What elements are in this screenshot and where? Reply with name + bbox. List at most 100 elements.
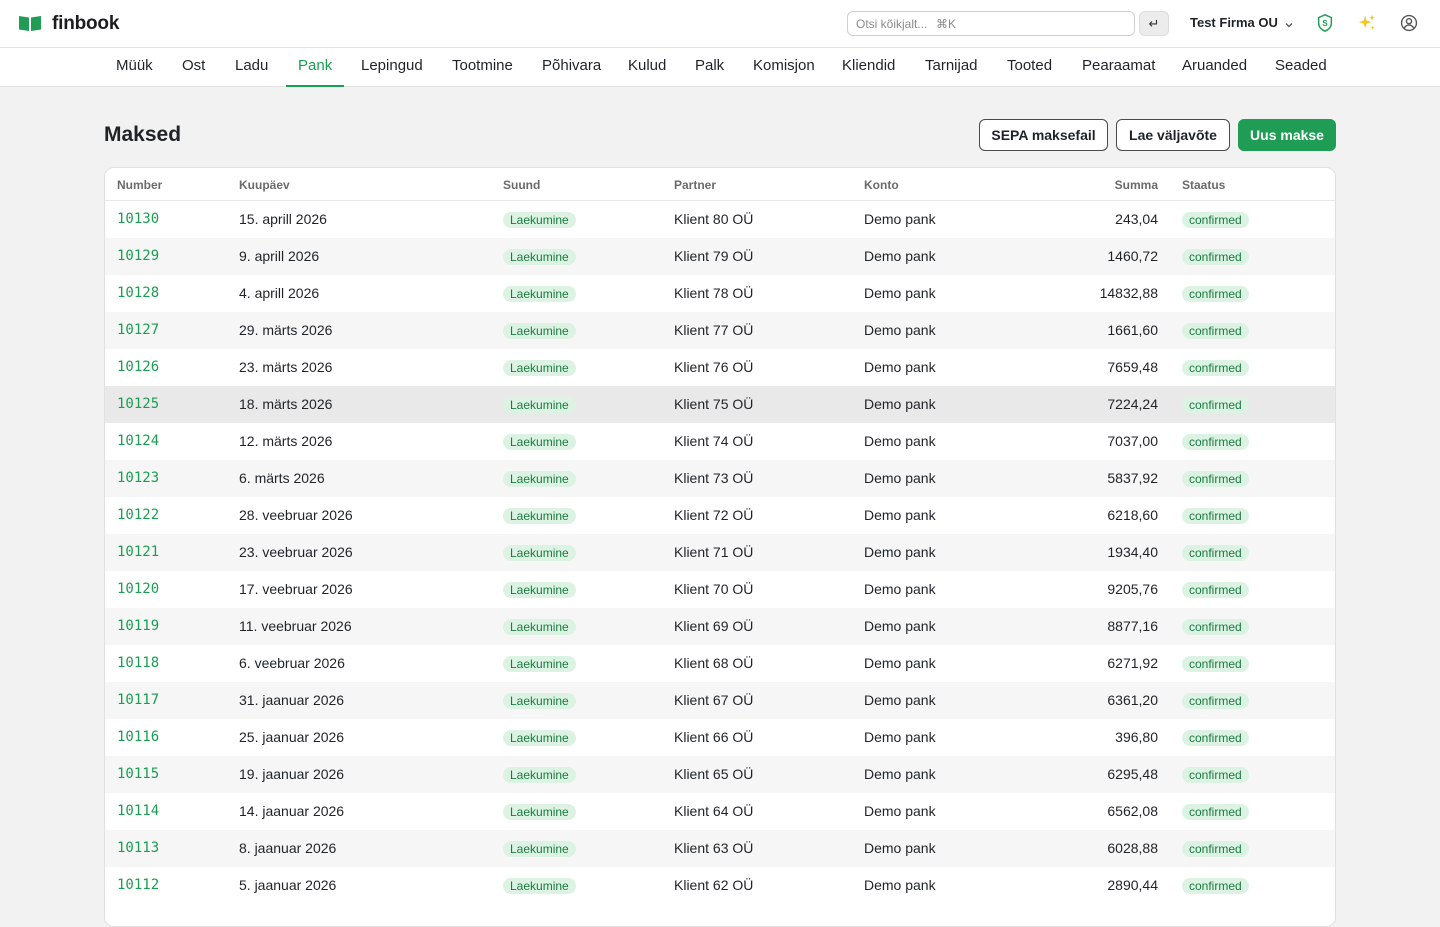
upload-statement-button[interactable]: Lae väljavõte (1116, 119, 1230, 151)
table-row[interactable]: 10123 6. märts 2026 Laekumine Klient 73 OÜ D… (105, 460, 1335, 497)
payment-number-link[interactable]: 10118 (117, 655, 159, 671)
direction-badge: Laekumine (503, 249, 576, 265)
status-badge: confirmed (1182, 212, 1249, 228)
table-row[interactable]: 10117 31. jaanuar 2026 Laekumine Klient 67 … (105, 682, 1335, 719)
account-name: Demo pank (864, 877, 936, 893)
book-icon (18, 14, 42, 35)
tab-tarnijad[interactable]: Tarnijad (913, 48, 990, 87)
table-row[interactable]: 10121 23. veebruar 2026 Laekumine Klient 71… (105, 534, 1335, 571)
search-shortcut: ⌘K (936, 16, 957, 31)
payment-amount: 6028,88 (1107, 840, 1158, 856)
tab-kulud[interactable]: Kulud (616, 48, 678, 87)
partner-name: Klient 71 OÜ (674, 544, 754, 560)
table-row[interactable]: 10113 8. jaanuar 2026 Laekumine Klient 63 O… (105, 830, 1335, 867)
payment-date: 28. veebruar 2026 (239, 507, 353, 523)
table-row[interactable]: 10118 6. veebruar 2026 Laekumine Klient 68 … (105, 645, 1335, 682)
tab-seaded[interactable]: Seaded (1263, 48, 1339, 87)
table-row[interactable]: 10114 14. jaanuar 2026 Laekumine Klient 64 … (105, 793, 1335, 830)
payment-number-link[interactable]: 10126 (117, 359, 159, 375)
tab-kliendid[interactable]: Kliendid (830, 48, 907, 87)
tab-pearaamat[interactable]: Pearaamat (1070, 48, 1167, 87)
status-badge: confirmed (1182, 397, 1249, 413)
search-input[interactable] (856, 16, 934, 31)
payment-number-link[interactable]: 10113 (117, 840, 159, 856)
sepa-file-button[interactable]: SEPA maksefail (979, 119, 1108, 151)
payment-number-link[interactable]: 10128 (117, 285, 159, 301)
partner-name: Klient 63 OÜ (674, 840, 754, 856)
column-header-partner[interactable]: Partner (674, 178, 716, 192)
tab-aruanded[interactable]: Aruanded (1170, 48, 1259, 87)
payment-number-link[interactable]: 10125 (117, 396, 159, 412)
sparkles-icon[interactable] (1356, 12, 1378, 34)
table-row[interactable]: 10126 23. märts 2026 Laekumine Klient 76 OÜ… (105, 349, 1335, 386)
direction-badge: Laekumine (503, 693, 576, 709)
payment-number-link[interactable]: 10129 (117, 248, 159, 264)
company-switcher[interactable]: Test Firma OU (1190, 15, 1294, 30)
tab-komisjon[interactable]: Komisjon (741, 48, 827, 87)
direction-badge: Laekumine (503, 878, 576, 894)
account-name: Demo pank (864, 211, 936, 227)
table-row[interactable]: 10119 11. veebruar 2026 Laekumine Klient 69… (105, 608, 1335, 645)
payment-number-link[interactable]: 10121 (117, 544, 159, 560)
payment-number-link[interactable]: 10130 (117, 211, 159, 227)
payment-number-link[interactable]: 10119 (117, 618, 159, 634)
payment-number-link[interactable]: 10127 (117, 322, 159, 338)
tab-muuk[interactable]: Müük (104, 48, 165, 87)
table-row[interactable]: 10127 29. märts 2026 Laekumine Klient 77 OÜ… (105, 312, 1335, 349)
payment-number-link[interactable]: 10120 (117, 581, 159, 597)
shield-icon[interactable]: S (1314, 12, 1336, 34)
payment-amount: 8877,16 (1107, 618, 1158, 634)
table-row[interactable]: 10128 4. aprill 2026 Laekumine Klient 78 OÜ… (105, 275, 1335, 312)
payment-number-link[interactable]: 10124 (117, 433, 159, 449)
payment-number-link[interactable]: 10114 (117, 803, 159, 819)
table-row[interactable]: 10125 18. märts 2026 Laekumine Klient 75 OÜ… (105, 386, 1335, 423)
column-header-direction[interactable]: Suund (503, 178, 540, 192)
table-row[interactable]: 10116 25. jaanuar 2026 Laekumine Klient 66 … (105, 719, 1335, 756)
partner-name: Klient 79 OÜ (674, 248, 754, 264)
tab-tooted[interactable]: Tooted (995, 48, 1064, 87)
tab-palk[interactable]: Palk (683, 48, 736, 87)
table-row[interactable]: 10130 15. aprill 2026 Laekumine Klient 80 O… (105, 201, 1335, 238)
column-header-number[interactable]: Number (117, 178, 162, 192)
column-header-date[interactable]: Kuupäev (239, 178, 290, 192)
account-name: Demo pank (864, 507, 936, 523)
payment-number-link[interactable]: 10117 (117, 692, 159, 708)
payment-number-link[interactable]: 10122 (117, 507, 159, 523)
direction-badge: Laekumine (503, 397, 576, 413)
payment-amount: 396,80 (1115, 729, 1158, 745)
search-box[interactable]: ⌘K (847, 11, 1135, 36)
status-badge: confirmed (1182, 249, 1249, 265)
direction-badge: Laekumine (503, 508, 576, 524)
partner-name: Klient 70 OÜ (674, 581, 754, 597)
tab-lepingud[interactable]: Lepingud (349, 48, 435, 87)
column-header-amount[interactable]: Summa (1038, 178, 1158, 192)
status-badge: confirmed (1182, 582, 1249, 598)
payment-number-link[interactable]: 10123 (117, 470, 159, 486)
tab-pohivara[interactable]: Põhivara (530, 48, 613, 87)
direction-badge: Laekumine (503, 582, 576, 598)
column-header-status[interactable]: Staatus (1182, 178, 1225, 192)
table-row[interactable]: 10115 19. jaanuar 2026 Laekumine Klient 65 … (105, 756, 1335, 793)
payment-amount: 1661,60 (1107, 322, 1158, 338)
payment-date: 23. märts 2026 (239, 359, 333, 375)
new-payment-button[interactable]: Uus makse (1238, 119, 1336, 151)
table-row[interactable]: 10112 5. jaanuar 2026 Laekumine Klient 62 O… (105, 867, 1335, 904)
payment-number-link[interactable]: 10112 (117, 877, 159, 893)
tab-pank[interactable]: Pank (286, 48, 345, 87)
user-profile-icon[interactable] (1398, 12, 1420, 34)
table-row[interactable]: 10129 9. aprill 2026 Laekumine Klient 79 OÜ… (105, 238, 1335, 275)
tab-ladu[interactable]: Ladu (223, 48, 280, 87)
table-row[interactable]: 10124 12. märts 2026 Laekumine Klient 74 OÜ… (105, 423, 1335, 460)
app-logo[interactable]: finbook (18, 12, 119, 36)
table-row[interactable]: 10122 28. veebruar 2026 Laekumine Klient 72… (105, 497, 1335, 534)
payment-number-link[interactable]: 10116 (117, 729, 159, 745)
direction-badge: Laekumine (503, 841, 576, 857)
search-submit-button[interactable]: ↵ (1139, 11, 1169, 36)
column-header-account[interactable]: Konto (864, 178, 899, 192)
tab-ost[interactable]: Ost (170, 48, 217, 87)
tab-tootmine[interactable]: Tootmine (440, 48, 525, 87)
payment-number-link[interactable]: 10115 (117, 766, 159, 782)
partner-name: Klient 66 OÜ (674, 729, 754, 745)
table-header: Number Kuupäev Suund Partner Konto Summa… (105, 168, 1335, 201)
table-row[interactable]: 10120 17. veebruar 2026 Laekumine Klient 70… (105, 571, 1335, 608)
